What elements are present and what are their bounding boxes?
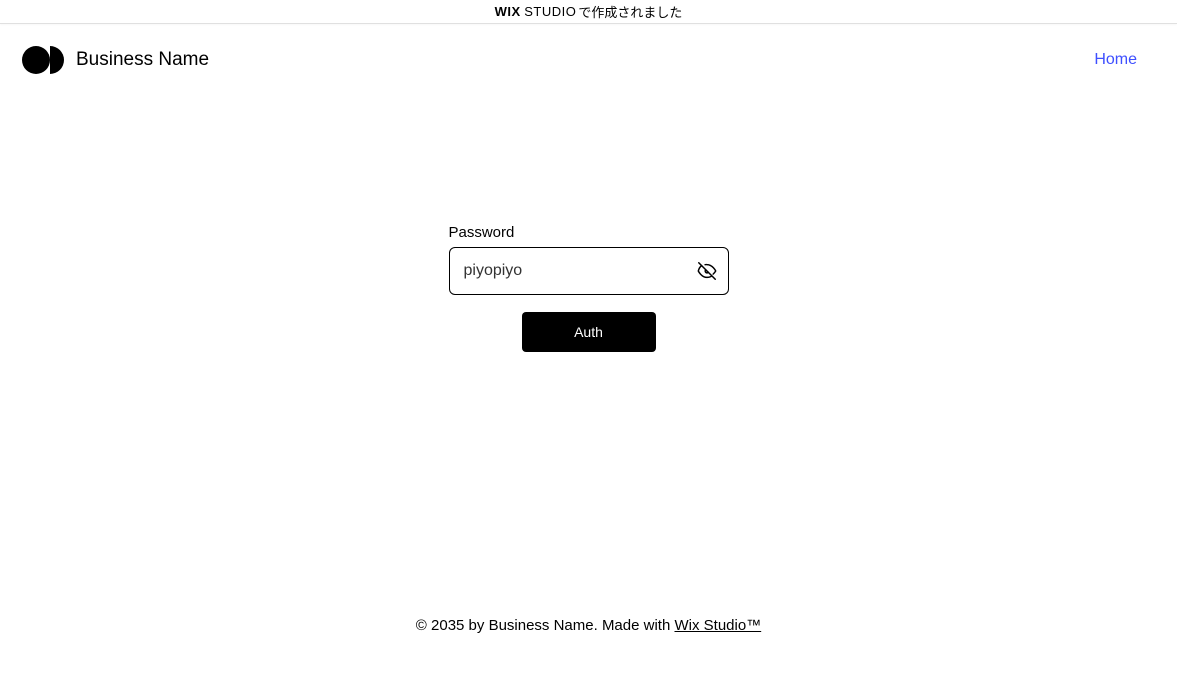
brand-block[interactable]: Business Name [22,46,209,74]
brand-logo-icon [22,46,64,74]
eye-off-icon[interactable] [695,259,719,283]
password-input[interactable] [449,247,729,295]
password-form: Password Auth [449,224,729,352]
main-content: Password Auth [0,224,1177,352]
wix-text: WIX [495,4,521,19]
site-footer: © 2035 by Business Name. Made with Wix S… [0,617,1177,634]
nav-home-link[interactable]: Home [1094,51,1137,69]
footer-text: © 2035 by Business Name. Made with [416,617,675,634]
studio-text: STUDIO [524,4,576,19]
site-header: Business Name Home [0,24,1177,74]
wix-studio-link[interactable]: Wix Studio™ [674,617,761,634]
brand-name: Business Name [76,49,209,71]
banner-tail: で作成されました [578,2,682,21]
auth-button[interactable]: Auth [522,312,656,352]
wix-studio-banner[interactable]: WIX STUDIO で作成されました [0,0,1177,24]
password-label: Password [449,224,729,241]
password-input-wrap [449,247,729,295]
